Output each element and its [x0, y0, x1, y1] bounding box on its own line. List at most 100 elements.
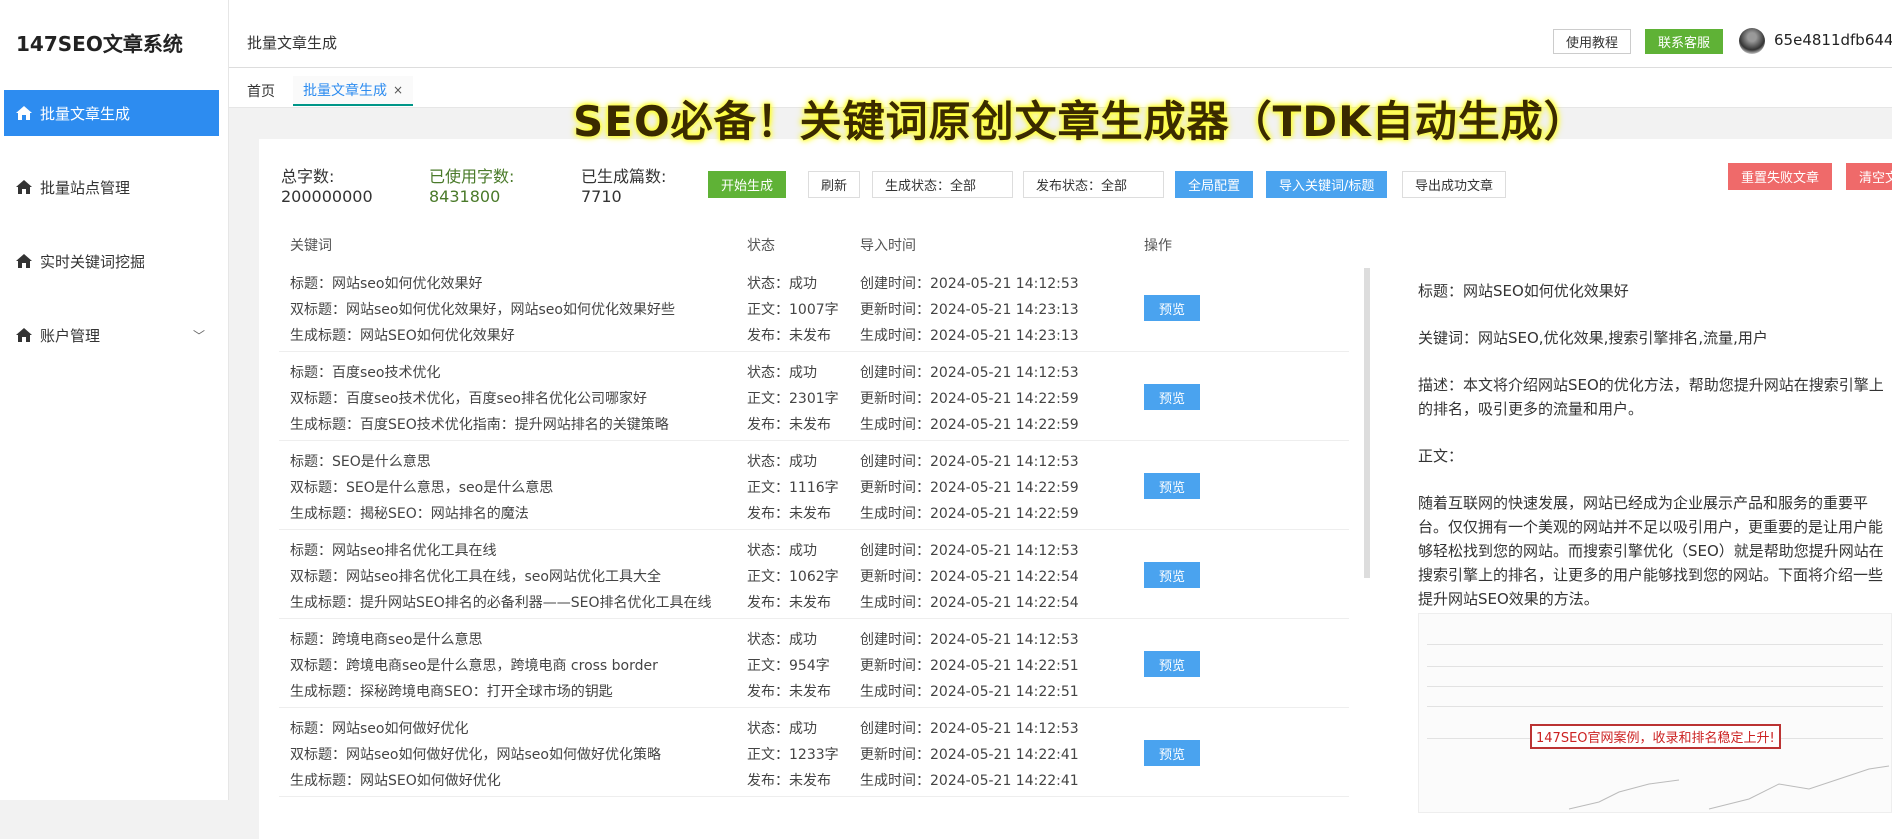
image-caption: 147SEO官网案例，收录和排名稳定上升! [1530, 724, 1781, 749]
row-publish: 发布：未发布 [747, 773, 831, 789]
used-chars-value: 8431800 [429, 187, 501, 206]
row-updated: 更新时间：2024-05-21 14:22:59 [860, 391, 1079, 407]
avatar[interactable] [1739, 28, 1765, 54]
row-created: 创建时间：2024-05-21 14:12:53 [860, 276, 1079, 292]
contact-support-button[interactable]: 联系客服 [1645, 29, 1724, 54]
sidebar-item-2[interactable]: 实时关键词挖掘 [4, 238, 219, 284]
used-chars-label: 已使用字数: [429, 167, 515, 186]
row-publish: 发布：未发布 [747, 595, 831, 611]
sidebar-item-3[interactable]: 账户管理 ﹀ [4, 312, 219, 358]
clear-button[interactable]: 清空文 [1846, 163, 1892, 190]
close-icon[interactable]: × [393, 83, 403, 97]
row-updated: 更新时间：2024-05-21 14:23:13 [860, 302, 1079, 318]
row-publish: 发布：未发布 [747, 417, 831, 433]
preview-button[interactable]: 预览 [1144, 473, 1200, 499]
table-row: 标题：百度seo技术优化 双标题：百度seo技术优化，百度seo排名优化公司哪家… [279, 352, 1349, 441]
sidebar-item-0[interactable]: 批量文章生成 [4, 90, 219, 136]
export-articles-button[interactable]: 导出成功文章 [1402, 171, 1507, 198]
row-generated: 生成时间：2024-05-21 14:23:13 [860, 328, 1079, 344]
top-header: 批量文章生成 使用教程 联系客服 65e4811dfb644f6 [229, 0, 1892, 68]
preview-title: 标题：网站SEO如何优化效果好 [1418, 282, 1629, 300]
refresh-button[interactable]: 刷新 [808, 171, 861, 198]
row-publish: 发布：未发布 [747, 684, 831, 700]
preview-description: 描述：本文将介绍网站SEO的优化方法，帮助您提升网站在搜索引擎上的排名，吸引更多… [1418, 376, 1884, 418]
row-title: 标题：跨境电商seo是什么意思 [290, 632, 483, 648]
preview-button[interactable]: 预览 [1144, 740, 1200, 766]
row-body-length: 正文：1007字 [747, 302, 839, 318]
row-status: 状态：成功 [747, 721, 817, 737]
preview-button[interactable]: 预览 [1144, 651, 1200, 677]
row-body-length: 正文：954字 [747, 658, 830, 674]
row-title: 标题：网站seo如何做好优化 [290, 721, 469, 737]
row-generated: 生成时间：2024-05-21 14:22:51 [860, 684, 1079, 700]
row-created: 创建时间：2024-05-21 14:12:53 [860, 632, 1079, 648]
preview-image: 147SEO官网案例，收录和排名稳定上升! [1418, 613, 1892, 813]
row-title: 标题：SEO是什么意思 [290, 454, 431, 470]
home-icon [16, 106, 32, 120]
tab-home[interactable]: 首页 [237, 76, 285, 106]
column-status: 状态 [747, 238, 775, 254]
row-status: 状态：成功 [747, 276, 817, 292]
row-publish: 发布：未发布 [747, 506, 831, 522]
total-chars-value: 200000000 [281, 187, 373, 206]
table-row: 标题：网站seo排名优化工具在线 双标题：网站seo排名优化工具在线，seo网站… [279, 530, 1349, 619]
row-generated-title: 生成标题：探秘跨境电商SEO：打开全球市场的钥匙 [290, 684, 613, 700]
home-icon [16, 254, 32, 268]
generate-status-select[interactable]: 生成状态：全部 [872, 171, 1013, 198]
row-created: 创建时间：2024-05-21 14:12:53 [860, 543, 1079, 559]
row-double-title: 双标题：网站seo如何优化效果好，网站seo如何优化效果好些 [290, 302, 675, 318]
article-preview: 标题：网站SEO如何优化效果好 关键词：网站SEO,优化效果,搜索引擎排名,流量… [1418, 279, 1888, 634]
preview-button[interactable]: 预览 [1144, 562, 1200, 588]
row-created: 创建时间：2024-05-21 14:12:53 [860, 721, 1079, 737]
row-body-length: 正文：1233字 [747, 747, 839, 763]
preview-keywords: 关键词：网站SEO,优化效果,搜索引擎排名,流量,用户 [1418, 329, 1768, 347]
sidebar: 147SEO文章系统 批量文章生成批量站点管理实时关键词挖掘账户管理 ﹀ [0, 0, 229, 800]
table-row: 标题：SEO是什么意思 双标题：SEO是什么意思，seo是什么意思 生成标题：揭… [279, 441, 1349, 530]
preview-button[interactable]: 预览 [1144, 295, 1200, 321]
username[interactable]: 65e4811dfb644f6 [1774, 31, 1892, 49]
row-body-length: 正文：1116字 [747, 480, 839, 496]
breadcrumb: 批量文章生成 [247, 34, 338, 52]
column-import-time: 导入时间 [860, 238, 916, 254]
table-row: 标题：网站seo如何优化效果好 双标题：网站seo如何优化效果好，网站seo如何… [279, 263, 1349, 352]
row-publish: 发布：未发布 [747, 328, 831, 344]
row-generated: 生成时间：2024-05-21 14:22:59 [860, 417, 1079, 433]
sidebar-item-label: 账户管理 [40, 326, 101, 345]
preview-button[interactable]: 预览 [1144, 384, 1200, 410]
preview-body: 随着互联网的快速发展，网站已经成为企业展示产品和服务的重要平台。仅仅拥有一个美观… [1418, 494, 1884, 608]
row-status: 状态：成功 [747, 632, 817, 648]
row-status: 状态：成功 [747, 365, 817, 381]
row-title: 标题：网站seo如何优化效果好 [290, 276, 483, 292]
row-generated-title: 生成标题：提升网站SEO排名的必备利器——SEO排名优化工具在线 [290, 595, 712, 611]
reset-failed-button[interactable]: 重置失败文章 [1728, 163, 1833, 190]
column-keyword: 关键词 [290, 238, 332, 254]
row-updated: 更新时间：2024-05-21 14:22:41 [860, 747, 1079, 763]
table-row: 标题：跨境电商seo是什么意思 双标题：跨境电商seo是什么意思，跨境电商 cr… [279, 619, 1349, 708]
chevron-down-icon: ﹀ [192, 328, 205, 343]
row-double-title: 双标题：SEO是什么意思，seo是什么意思 [290, 480, 554, 496]
row-double-title: 双标题：跨境电商seo是什么意思，跨境电商 cross border [290, 658, 658, 674]
total-chars-label: 总字数: [281, 167, 335, 186]
row-body-length: 正文：1062字 [747, 569, 839, 585]
sidebar-item-1[interactable]: 批量站点管理 [4, 164, 219, 210]
row-generated-title: 生成标题：网站SEO如何做好优化 [290, 773, 501, 789]
start-generate-button[interactable]: 开始生成 [708, 171, 787, 198]
row-generated: 生成时间：2024-05-21 14:22:54 [860, 595, 1079, 611]
scrollbar[interactable] [1364, 268, 1370, 578]
global-config-button[interactable]: 全局配置 [1175, 171, 1254, 198]
import-keywords-button[interactable]: 导入关键词/标题 [1266, 171, 1388, 198]
row-updated: 更新时间：2024-05-21 14:22:54 [860, 569, 1079, 585]
tab-batch-article[interactable]: 批量文章生成 × [293, 76, 414, 106]
tutorial-button[interactable]: 使用教程 [1553, 29, 1632, 54]
sidebar-item-label: 批量站点管理 [40, 178, 131, 197]
row-status: 状态：成功 [747, 543, 817, 559]
main-card: 总字数: 200000000 已使用字数: 8431800 已生成篇数: 771… [259, 139, 1892, 839]
row-updated: 更新时间：2024-05-21 14:22:51 [860, 658, 1079, 674]
trend-chart-thumbnail [1568, 765, 1890, 810]
row-generated: 生成时间：2024-05-21 14:22:41 [860, 773, 1079, 789]
publish-status-select[interactable]: 发布状态：全部 [1023, 171, 1164, 198]
row-title: 标题：百度seo技术优化 [290, 365, 441, 381]
app-logo: 147SEO文章系统 [16, 32, 183, 56]
row-generated-title: 生成标题：百度SEO技术优化指南：提升网站排名的关键策略 [290, 417, 669, 433]
row-double-title: 双标题：网站seo排名优化工具在线，seo网站优化工具大全 [290, 569, 661, 585]
